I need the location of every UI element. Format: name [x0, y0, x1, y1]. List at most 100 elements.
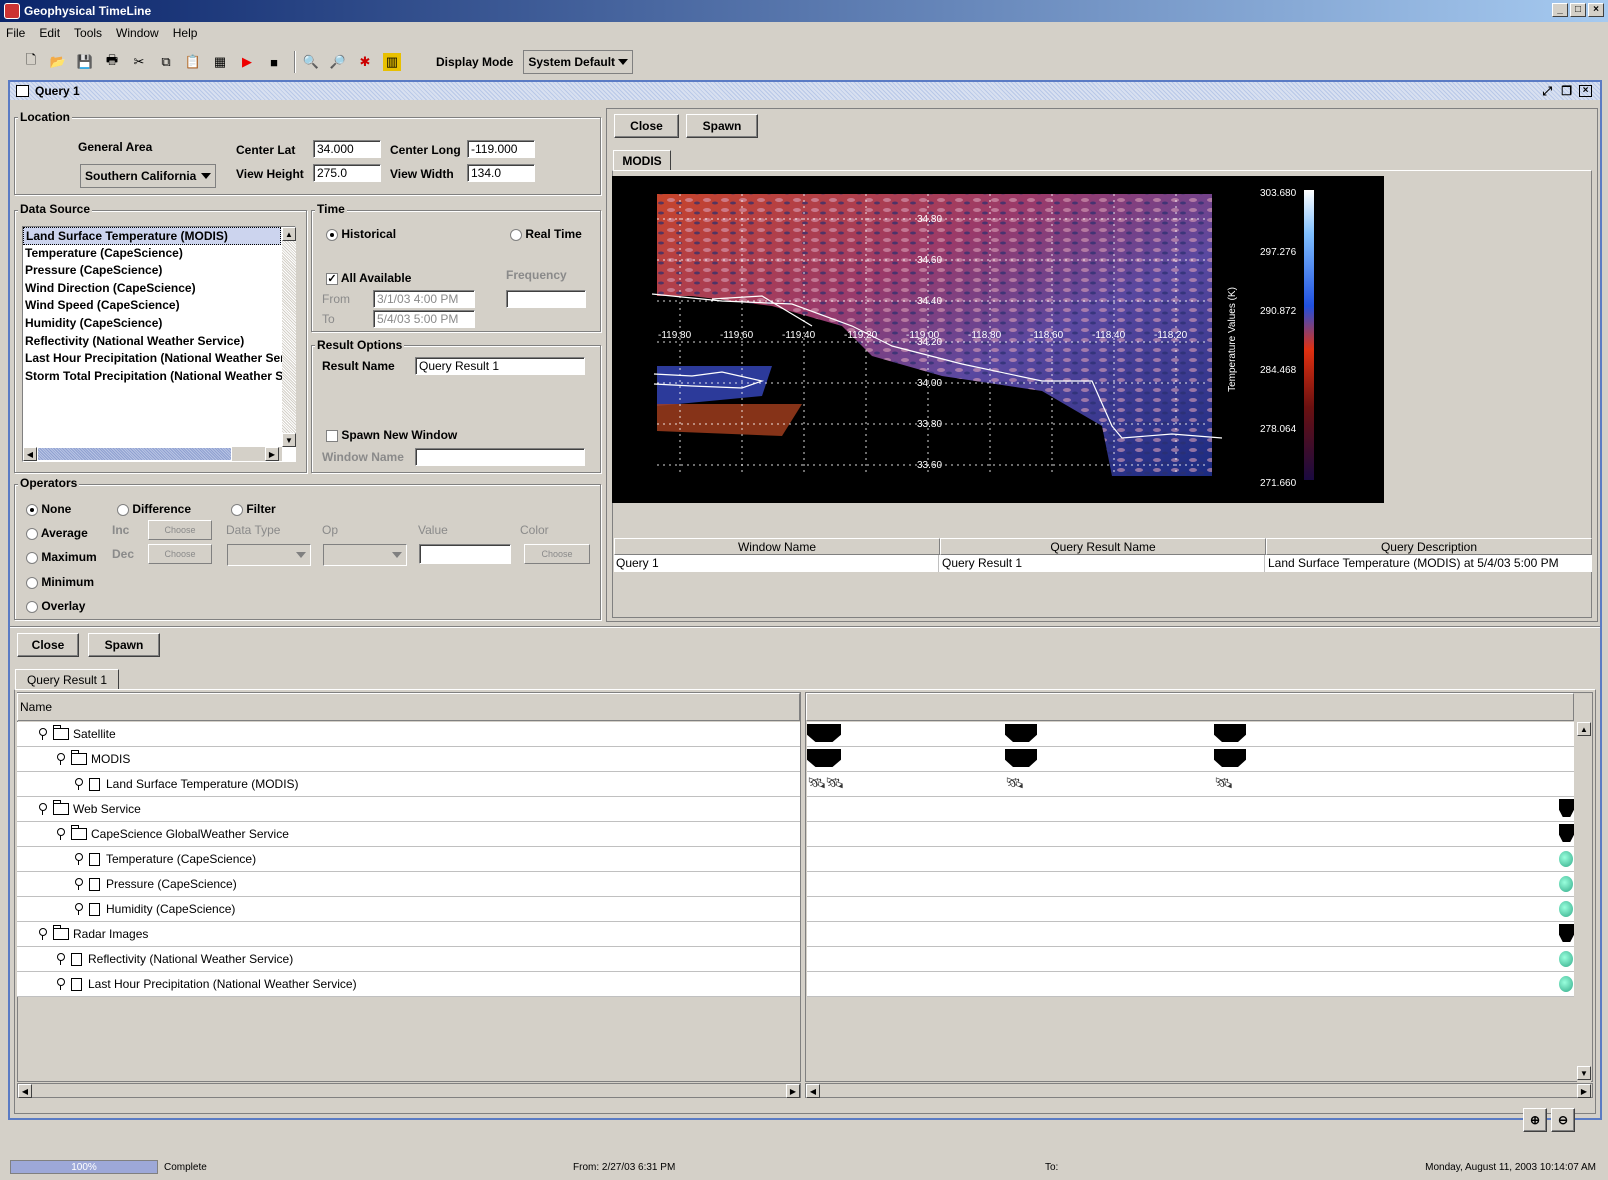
tree-row[interactable]: CapeScience GlobalWeather Service — [17, 822, 800, 847]
open-folder-icon[interactable]: 📂 — [49, 53, 67, 71]
tree-row[interactable]: Temperature (CapeScience) — [17, 847, 800, 872]
viewer-close-button[interactable]: Close — [614, 114, 679, 138]
color-choose-button[interactable]: Choose — [524, 544, 590, 564]
timeline-event-marker[interactable] — [807, 724, 841, 742]
tree-row[interactable]: Pressure (CapeScience) — [17, 872, 800, 897]
data-type-select[interactable] — [227, 544, 311, 566]
timeline-event-marker[interactable] — [1005, 749, 1037, 767]
undock-icon[interactable]: ⤢ — [1542, 84, 1552, 99]
scroll-right-icon[interactable]: ▶ — [1577, 1084, 1591, 1098]
data-source-hscrollbar[interactable] — [23, 447, 282, 461]
all-available-checkbox[interactable]: ✓ All Available — [326, 271, 411, 285]
viewer-spawn-button[interactable]: Spawn — [686, 114, 758, 138]
spawn-new-window-checkbox[interactable]: Spawn New Window — [326, 428, 457, 442]
real-time-radio[interactable]: Real Time — [510, 227, 582, 241]
pin-icon[interactable] — [57, 753, 65, 765]
close-window-button[interactable]: × — [1588, 3, 1604, 17]
table-cell[interactable]: Query 1 — [614, 555, 939, 572]
tree-row[interactable]: Web Service — [17, 797, 800, 822]
scroll-right-icon[interactable]: ▶ — [265, 447, 279, 461]
timeline-row[interactable] — [807, 972, 1574, 997]
list-item[interactable]: Temperature (CapeScience) — [23, 245, 295, 263]
table-cell[interactable]: Query Result 1 — [940, 555, 1265, 572]
table-cell[interactable]: Land Surface Temperature (MODIS) at 5/4/… — [1266, 555, 1591, 572]
result-name-input[interactable]: Query Result 1 — [415, 357, 585, 375]
menu-edit[interactable]: Edit — [39, 26, 60, 40]
result-spawn-button[interactable]: Spawn — [88, 633, 160, 657]
settings-icon[interactable]: ✱ — [356, 53, 374, 71]
scroll-left-icon[interactable]: ◀ — [806, 1084, 820, 1098]
display-mode-select[interactable]: System Default — [523, 50, 634, 74]
zoom-in-icon[interactable]: 🔍 — [302, 53, 320, 71]
tree-row[interactable]: Land Surface Temperature (MODIS) — [17, 772, 800, 797]
tree-row[interactable]: Last Hour Precipitation (National Weathe… — [17, 972, 800, 997]
pin-icon[interactable] — [39, 928, 47, 940]
op-select[interactable] — [323, 544, 407, 566]
scroll-down-icon[interactable]: ▼ — [1577, 1066, 1591, 1080]
maximize-button[interactable]: □ — [1570, 3, 1586, 17]
tree-row[interactable]: Radar Images — [17, 922, 800, 947]
timeline-row[interactable] — [807, 922, 1574, 947]
menu-tools[interactable]: Tools — [74, 26, 102, 40]
tree-row[interactable]: Reflectivity (National Weather Service) — [17, 947, 800, 972]
tab-query-result-1[interactable]: Query Result 1 — [15, 669, 119, 690]
cut-icon[interactable]: ✂ — [130, 53, 148, 71]
timeline-zoom-in-button[interactable]: ⊕ — [1523, 1108, 1547, 1132]
pin-icon[interactable] — [57, 828, 65, 840]
print-icon[interactable]: 🖶 — [103, 52, 121, 71]
menu-window[interactable]: Window — [116, 26, 159, 40]
temperature-map[interactable]: 34.80 34.60 34.40 34.20 34.00 33.80 33.6… — [612, 176, 1384, 503]
timeline-zoom-out-button[interactable]: ⊖ — [1551, 1108, 1575, 1132]
result-close-button[interactable]: Close — [17, 633, 79, 657]
scroll-down-icon[interactable]: ▼ — [282, 433, 296, 447]
satellite-icon[interactable]: 🛰 — [1214, 775, 1233, 792]
pin-icon[interactable] — [75, 853, 83, 865]
pin-icon[interactable] — [39, 803, 47, 815]
globe-icon[interactable] — [1559, 876, 1573, 892]
save-icon[interactable]: 💾 — [76, 53, 94, 71]
scroll-up-icon[interactable]: ▲ — [1577, 722, 1591, 736]
list-item[interactable]: Humidity (CapeScience) — [23, 315, 295, 333]
list-item[interactable]: Reflectivity (National Weather Service) — [23, 333, 295, 351]
timeline-row[interactable] — [807, 947, 1574, 972]
globe-icon[interactable] — [1559, 901, 1573, 917]
timeline-event-marker[interactable] — [1559, 924, 1574, 942]
timeline-event-marker[interactable] — [1214, 749, 1246, 767]
overlay-radio[interactable]: Overlay — [26, 599, 85, 613]
filter-radio[interactable]: Filter — [231, 502, 276, 516]
new-file-icon[interactable]: 🗋 — [22, 52, 40, 71]
timeline-vscrollbar[interactable] — [1577, 722, 1591, 1082]
value-input[interactable] — [419, 544, 511, 564]
center-lat-input[interactable]: 34.000 — [313, 140, 381, 158]
stop-icon[interactable]: ■ — [265, 53, 283, 71]
timeline-row[interactable] — [807, 722, 1574, 747]
globe-icon[interactable] — [1559, 951, 1573, 967]
scroll-thumb[interactable] — [37, 447, 232, 461]
scroll-left-icon[interactable]: ◀ — [23, 447, 37, 461]
scroll-right-icon[interactable]: ▶ — [786, 1084, 800, 1098]
chart-icon[interactable]: ▥ — [383, 53, 401, 71]
maximum-radio[interactable]: Maximum — [26, 550, 97, 564]
timeline-event-marker[interactable] — [1005, 724, 1037, 742]
data-source-list[interactable]: Land Surface Temperature (MODIS) Tempera… — [22, 226, 296, 462]
table-header-query-description[interactable]: Query Description — [1266, 538, 1592, 555]
menu-file[interactable]: File — [6, 26, 25, 40]
window-name-input[interactable] — [415, 448, 585, 466]
pin-icon[interactable] — [39, 728, 47, 740]
list-item[interactable]: Storm Total Precipitation (National Weat… — [23, 368, 295, 386]
list-item[interactable]: Wind Speed (CapeScience) — [23, 297, 295, 315]
timeline-event-marker[interactable] — [807, 749, 841, 767]
timeline-header[interactable] — [806, 693, 1574, 721]
play-icon[interactable]: ▶ — [238, 53, 256, 71]
dec-choose-button[interactable]: Choose — [148, 544, 212, 564]
view-width-input[interactable]: 134.0 — [467, 164, 535, 182]
timeline-row[interactable]: 🛰 🛰 🛰 🛰 — [807, 772, 1574, 797]
list-item[interactable]: Wind Direction (CapeScience) — [23, 280, 295, 298]
data-source-vscrollbar[interactable] — [282, 227, 296, 447]
copy-icon[interactable]: ⧉ — [157, 53, 175, 71]
calendar-icon[interactable]: ▦ — [211, 53, 229, 71]
timeline-row[interactable] — [807, 747, 1574, 772]
to-date-input[interactable]: 5/4/03 5:00 PM — [373, 310, 475, 328]
globe-icon[interactable] — [1559, 976, 1573, 992]
from-date-input[interactable]: 3/1/03 4:00 PM — [373, 290, 475, 308]
